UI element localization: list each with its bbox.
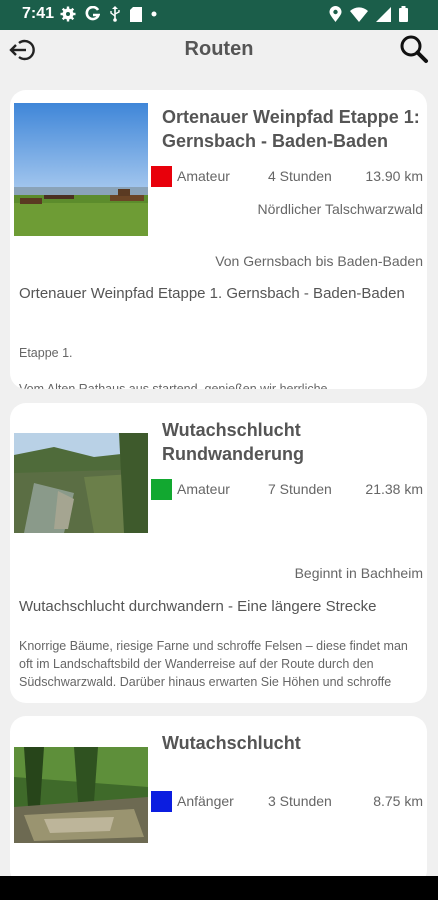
battery-icon [399, 6, 408, 22]
duration-label: 3 Stunden [268, 793, 332, 809]
difficulty-color-indicator [151, 166, 172, 187]
region-label: Nördlicher Talschwarzwald [257, 201, 423, 217]
distance-label: 21.38 km [365, 481, 423, 497]
route-card[interactable]: Wutachschlucht Anfänger 3 Stunden 8.75 k… [10, 716, 427, 886]
status-time: 7:41 [22, 5, 55, 22]
route-image [14, 747, 148, 843]
route-subtitle: Wutachschlucht durchwandern - Eine länge… [19, 598, 377, 615]
status-bar: 7:41 [0, 0, 438, 30]
page-title: Routen [184, 38, 254, 60]
difficulty-color-indicator [151, 479, 172, 500]
route-meta: Anfänger 3 Stunden 8.75 km [150, 790, 423, 814]
route-meta: Amateur 7 Stunden 21.38 km [150, 478, 423, 502]
wifi-icon [350, 6, 368, 22]
route-title: Ortenauer Weinpfad Etappe 1: Gernsbach -… [162, 107, 420, 151]
route-title: Wutachschlucht [162, 733, 301, 753]
route-meta: Amateur 4 Stunden 13.90 km [150, 165, 423, 189]
route-image [14, 433, 148, 533]
difficulty-label: Amateur [177, 481, 230, 497]
start-label: Beginnt in Bachheim [294, 565, 423, 581]
route-subtitle: Ortenauer Weinpfad Etappe 1. Gernsbach -… [19, 285, 405, 302]
route-description: Knorrige Bäume, riesige Farne und schrof… [19, 639, 408, 689]
location-icon [329, 6, 342, 22]
sd-card-icon [130, 6, 142, 22]
difficulty-color-indicator [151, 791, 172, 812]
difficulty-label: Anfänger [177, 793, 234, 809]
app-bar: Routen [0, 30, 438, 70]
signal-icon [376, 6, 391, 22]
difficulty-label: Amateur [177, 168, 230, 184]
start-label: Von Gernsbach bis Baden-Baden [215, 253, 423, 269]
duration-label: 7 Stunden [268, 481, 332, 497]
route-description: Etappe 1. Vom Alten Rathaus aus startend… [19, 346, 328, 389]
search-icon[interactable] [398, 33, 430, 65]
google-icon [85, 6, 100, 21]
route-title: Wutachschlucht Rundwanderung [162, 420, 304, 464]
route-image [14, 103, 148, 236]
dot-icon [151, 11, 157, 17]
system-navigation-bar [0, 876, 438, 900]
distance-label: 13.90 km [365, 168, 423, 184]
usb-icon [110, 6, 120, 22]
distance-label: 8.75 km [373, 793, 423, 809]
duration-label: 4 Stunden [268, 168, 332, 184]
route-card[interactable]: Ortenauer Weinpfad Etappe 1: Gernsbach -… [10, 90, 427, 389]
route-card[interactable]: Wutachschlucht Rundwanderung Amateur 7 S… [10, 403, 427, 703]
gear-icon [60, 6, 76, 22]
